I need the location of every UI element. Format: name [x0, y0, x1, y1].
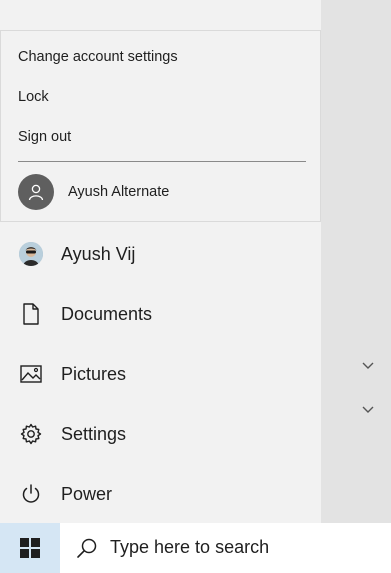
search-icon: [77, 538, 97, 558]
start-item-label: Documents: [61, 303, 153, 324]
change-account-settings-item[interactable]: Change account settings: [18, 49, 178, 65]
search-placeholder: Type here to search: [110, 537, 270, 557]
screen: Ayush Vij Documents Pictures Settings Po…: [0, 0, 391, 573]
gear-icon: [19, 422, 43, 446]
start-item-label: Ayush Vij: [61, 243, 136, 264]
alternate-user-name: Ayush Alternate: [68, 184, 170, 200]
start-item-settings[interactable]: Settings: [0, 412, 321, 456]
taskbar: Type here to search: [0, 523, 391, 573]
pictures-icon: [19, 362, 43, 386]
divider: [18, 161, 306, 162]
document-icon: [19, 302, 43, 326]
sign-out-item[interactable]: Sign out: [18, 129, 71, 145]
start-item-user[interactable]: Ayush Vij: [0, 232, 321, 276]
start-item-pictures[interactable]: Pictures: [0, 352, 321, 396]
start-item-label: Power: [61, 483, 113, 504]
chevron-down-icon[interactable]: [361, 359, 375, 373]
start-item-label: Pictures: [61, 363, 127, 384]
start-tiles-area: [321, 0, 391, 523]
windows-logo-icon: [20, 538, 40, 558]
power-icon: [19, 482, 43, 506]
start-button[interactable]: [0, 523, 60, 573]
start-item-documents[interactable]: Documents: [0, 292, 321, 336]
user-avatar: [19, 242, 43, 266]
account-flyout: Change account settings Lock Sign out Ay…: [0, 30, 321, 222]
lock-item[interactable]: Lock: [18, 89, 49, 105]
chevron-down-icon[interactable]: [361, 403, 375, 417]
taskbar-search-box[interactable]: Type here to search: [60, 523, 391, 573]
switch-user-item[interactable]: Ayush Alternate: [18, 174, 169, 210]
start-item-power[interactable]: Power: [0, 472, 321, 516]
person-icon: [18, 174, 54, 210]
start-item-label: Settings: [61, 423, 127, 444]
